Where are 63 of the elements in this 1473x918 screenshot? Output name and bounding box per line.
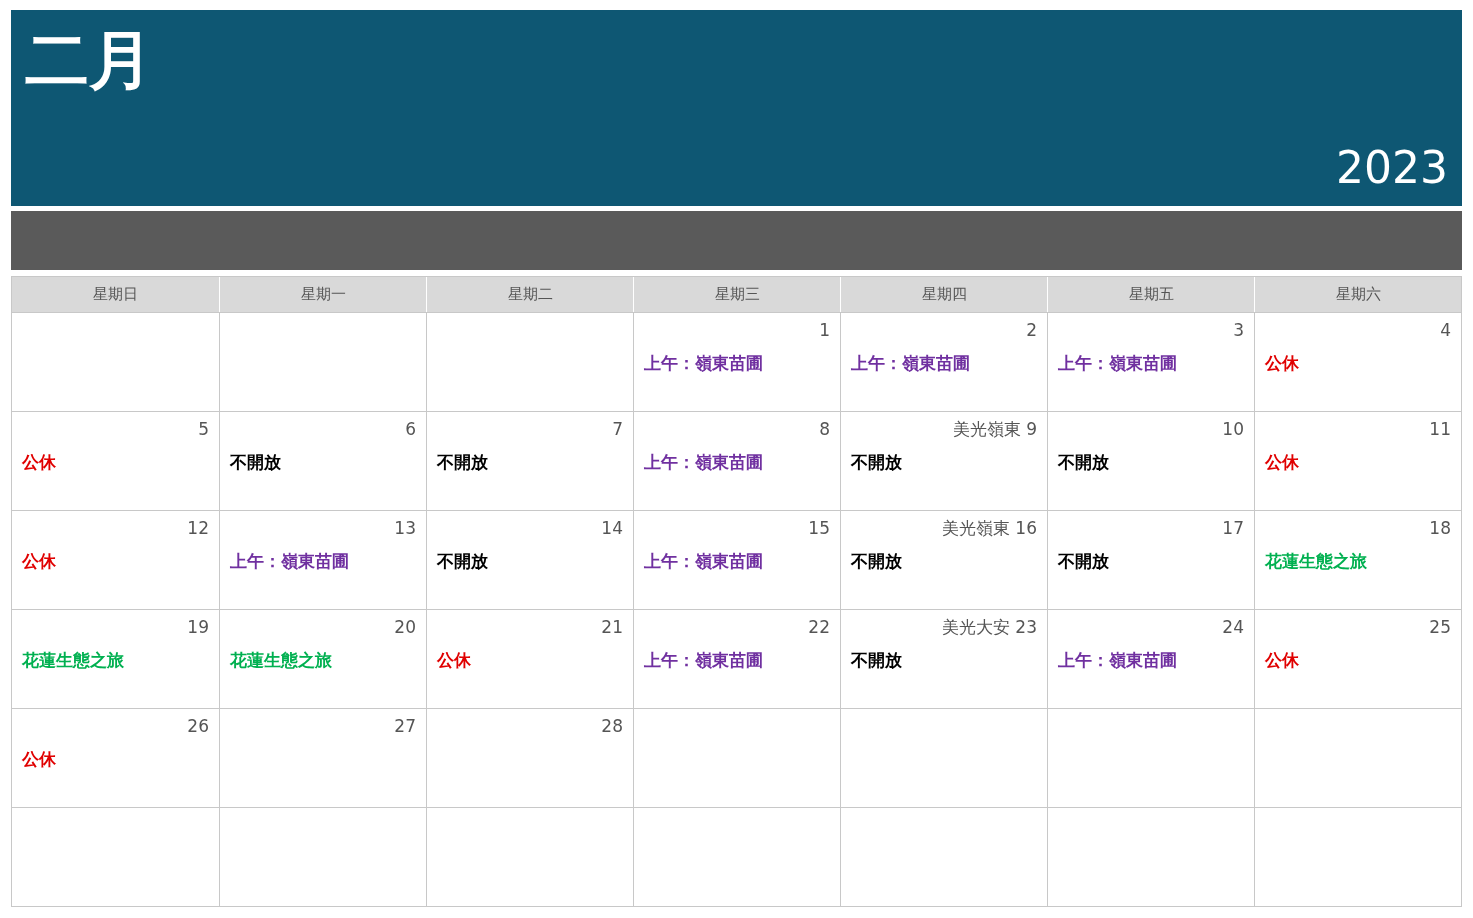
day-number: 美光嶺東 16 xyxy=(941,517,1037,539)
day-number: 20 xyxy=(394,616,416,638)
event-label: 上午：嶺東苗圃 xyxy=(644,352,763,375)
event-label: 公休 xyxy=(1265,451,1299,474)
day-number: 2 xyxy=(1026,319,1037,341)
day-number: 15 xyxy=(808,517,830,539)
day-number: 8 xyxy=(819,418,830,440)
day-number: 24 xyxy=(1222,616,1244,638)
day-number: 7 xyxy=(612,418,623,440)
weekday-header: 星期一 xyxy=(219,277,426,312)
day-number: 18 xyxy=(1429,517,1451,539)
day-number: 3 xyxy=(1233,319,1244,341)
day-number: 美光大安 23 xyxy=(941,616,1037,638)
day-number: 28 xyxy=(601,715,623,737)
day-number: 14 xyxy=(601,517,623,539)
year-label: 2023 xyxy=(1336,146,1448,190)
event-label: 上午：嶺東苗圃 xyxy=(1058,352,1177,375)
weekday-header: 星期六 xyxy=(1254,277,1461,312)
month-title: 二月 xyxy=(25,28,153,92)
day-number: 5 xyxy=(198,418,209,440)
event-label: 不開放 xyxy=(437,550,488,573)
day-number: 6 xyxy=(405,418,416,440)
event-label: 公休 xyxy=(1265,649,1299,672)
day-number: 19 xyxy=(187,616,209,638)
event-label: 不開放 xyxy=(1058,550,1109,573)
event-label: 不開放 xyxy=(437,451,488,474)
event-label: 公休 xyxy=(1265,352,1299,375)
weekday-header: 星期二 xyxy=(426,277,633,312)
event-label: 上午：嶺東苗圃 xyxy=(644,451,763,474)
weekday-header: 星期三 xyxy=(633,277,840,312)
event-label: 花蓮生態之旅 xyxy=(230,649,332,672)
event-label: 公休 xyxy=(22,550,56,573)
weekday-header: 星期五 xyxy=(1047,277,1254,312)
event-label: 上午：嶺東苗圃 xyxy=(230,550,349,573)
weekday-header: 星期四 xyxy=(840,277,1047,312)
day-number: 22 xyxy=(808,616,830,638)
day-number: 13 xyxy=(394,517,416,539)
event-label: 花蓮生態之旅 xyxy=(1265,550,1367,573)
event-label: 公休 xyxy=(22,451,56,474)
event-label: 上午：嶺東苗圃 xyxy=(644,649,763,672)
day-number: 11 xyxy=(1429,418,1451,440)
day-number: 10 xyxy=(1222,418,1244,440)
event-label: 花蓮生態之旅 xyxy=(22,649,124,672)
event-label: 上午：嶺東苗圃 xyxy=(851,352,970,375)
day-number: 4 xyxy=(1440,319,1451,341)
day-number: 27 xyxy=(394,715,416,737)
event-label: 公休 xyxy=(22,748,56,771)
event-label: 不開放 xyxy=(230,451,281,474)
day-number: 1 xyxy=(819,319,830,341)
event-label: 不開放 xyxy=(1058,451,1109,474)
weekday-header: 星期日 xyxy=(92,284,139,306)
day-number: 美光嶺東 9 xyxy=(952,418,1037,440)
event-label: 不開放 xyxy=(851,649,902,672)
event-label: 不開放 xyxy=(851,451,902,474)
day-number: 25 xyxy=(1429,616,1451,638)
event-label: 公休 xyxy=(437,649,471,672)
event-label: 上午：嶺東苗圃 xyxy=(1058,649,1177,672)
day-number: 12 xyxy=(187,517,209,539)
event-label: 不開放 xyxy=(851,550,902,573)
day-number: 21 xyxy=(601,616,623,638)
event-label: 上午：嶺東苗圃 xyxy=(644,550,763,573)
day-number: 26 xyxy=(187,715,209,737)
day-number: 17 xyxy=(1222,517,1244,539)
